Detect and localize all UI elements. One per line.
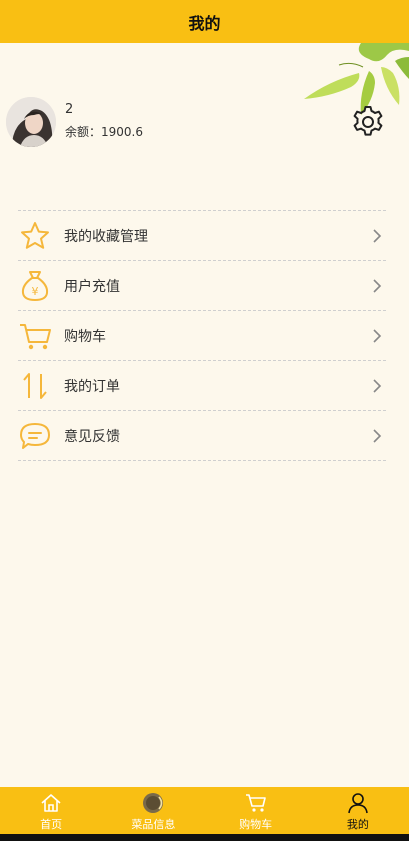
money-bag-icon: ¥ [18,269,52,303]
bottom-tab-bar: 首页 菜品信息 购物车 我的 [0,787,409,834]
chevron-right-icon [373,329,382,343]
star-icon [18,219,52,253]
menu-item-label: 我的订单 [64,378,120,395]
menu-item-label: 购物车 [64,328,106,345]
tab-cart[interactable]: 购物车 [205,787,307,834]
balance-text: 余额：1900.6 [65,125,143,139]
menu-item-favorites[interactable]: 我的收藏管理 [18,211,386,261]
home-icon [41,794,61,812]
profile-section: 2 余额：1900.6 [6,97,403,149]
chevron-right-icon [373,279,382,293]
tab-label: 购物车 [239,818,273,831]
sort-arrows-icon [18,369,52,403]
cart-icon [18,319,52,353]
svg-text:¥: ¥ [32,285,39,298]
user-icon [348,793,368,814]
page-title: 我的 [188,13,221,33]
menu-item-cart[interactable]: 购物车 [18,311,386,361]
menu-list: 我的收藏管理 ¥ 用户充值 购物车 我的订单 意见反馈 [18,210,386,461]
top-bar: 我的 [0,0,409,43]
gear-icon[interactable] [351,105,385,139]
tab-dishes[interactable]: 菜品信息 [102,787,204,834]
avatar-image [6,97,56,147]
menu-item-orders[interactable]: 我的订单 [18,361,386,411]
chevron-right-icon [373,429,382,443]
menu-item-recharge[interactable]: ¥ 用户充值 [18,261,386,311]
dish-icon [143,793,164,813]
tab-home[interactable]: 首页 [0,787,102,834]
avatar[interactable] [6,97,56,147]
tab-label: 我的 [346,818,369,831]
user-name: 2 [65,102,74,117]
chevron-right-icon [373,379,382,393]
chat-bubble-icon [18,419,52,453]
menu-item-label: 用户充值 [64,278,120,295]
tab-label: 首页 [40,818,63,831]
menu-item-feedback[interactable]: 意见反馈 [18,411,386,461]
menu-item-label: 意见反馈 [64,428,120,445]
tab-label: 菜品信息 [131,818,176,831]
menu-item-label: 我的收藏管理 [64,228,148,245]
tab-mine[interactable]: 我的 [307,787,409,834]
bottom-strip [0,834,409,841]
cart-icon [245,794,266,812]
chevron-right-icon [373,229,382,243]
